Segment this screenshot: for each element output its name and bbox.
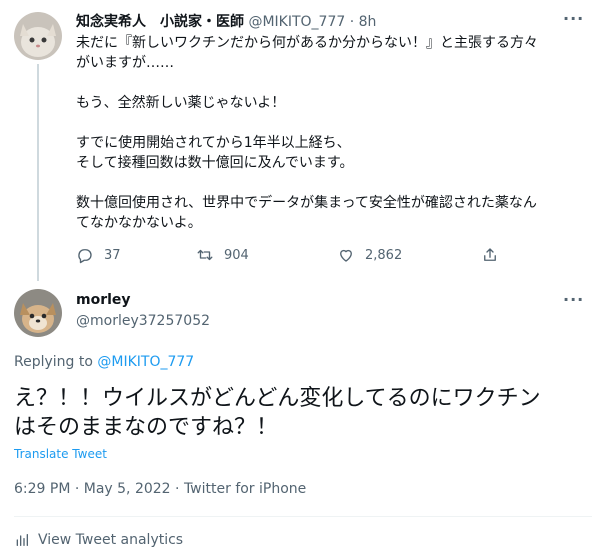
avatar-mikito[interactable] bbox=[14, 12, 62, 60]
replying-to-handle[interactable]: @MIKITO_777 bbox=[97, 354, 194, 370]
handle[interactable]: @MIKITO_777 bbox=[248, 14, 345, 30]
replying-to-label: Replying to bbox=[14, 354, 93, 370]
reply-text: え？！！ウイルスがどんどん変化してるのにワクチン はそのままなのですね？！ bbox=[14, 386, 541, 440]
retweet-count: 904 bbox=[224, 247, 249, 263]
separator: · bbox=[349, 14, 355, 30]
reply-count: 37 bbox=[104, 247, 121, 263]
retweet-icon bbox=[197, 249, 213, 261]
avatar-morley[interactable] bbox=[14, 289, 62, 337]
reply-icon bbox=[78, 249, 92, 264]
reply-handle[interactable]: @morley37257052 bbox=[76, 313, 210, 329]
share-icon bbox=[484, 248, 496, 261]
replying-to: Replying to @MIKITO_777 bbox=[14, 354, 194, 370]
more-icon[interactable]: ··· bbox=[563, 9, 584, 28]
retweet-button[interactable]: 904 bbox=[196, 246, 249, 264]
tweet-header: 知念実希人 小説家・医師 @MIKITO_777 · 8h bbox=[76, 11, 376, 31]
view-analytics-link[interactable]: View Tweet analytics bbox=[14, 532, 183, 548]
reply-display-name[interactable]: morley bbox=[76, 292, 131, 308]
heart-icon bbox=[340, 249, 352, 262]
thread-line bbox=[37, 64, 39, 281]
translate-tweet-link[interactable]: Translate Tweet bbox=[14, 447, 107, 461]
tweet-time[interactable]: 8h bbox=[359, 14, 377, 30]
like-count: 2,862 bbox=[365, 247, 403, 263]
tweet-text: 未だに『新しいワクチンだから何があるか分からない！』と主張する方々 がいますが…… bbox=[76, 35, 538, 231]
like-button[interactable]: 2,862 bbox=[337, 246, 402, 264]
reply-timestamp[interactable]: 6:29 PM · May 5, 2022 · Twitter for iPho… bbox=[14, 481, 306, 497]
reply-button[interactable]: 37 bbox=[76, 246, 121, 264]
analytics-icon bbox=[16, 534, 28, 546]
share-button[interactable] bbox=[481, 246, 499, 264]
divider bbox=[14, 516, 592, 517]
display-name[interactable]: 知念実希人 小説家・医師 bbox=[76, 14, 244, 30]
reply-more-icon[interactable]: ··· bbox=[563, 290, 584, 309]
view-analytics-label: View Tweet analytics bbox=[38, 532, 184, 548]
